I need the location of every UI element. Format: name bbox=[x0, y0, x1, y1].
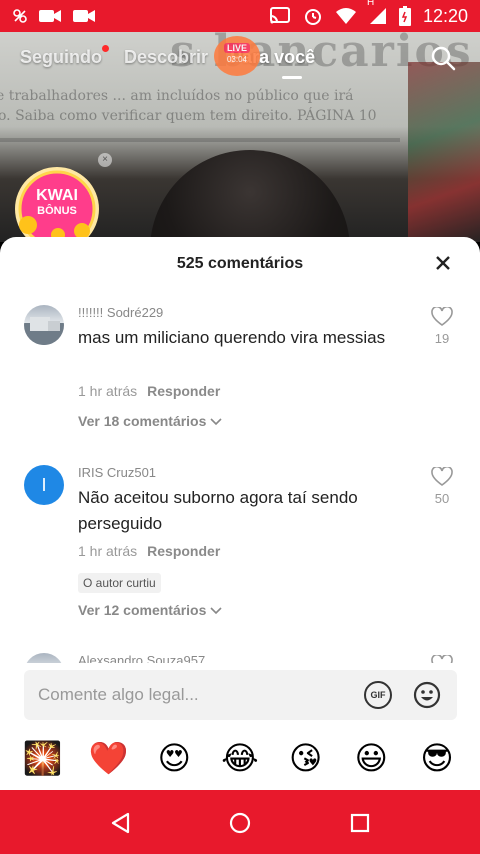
tab-label: Seguindo bbox=[20, 46, 102, 67]
reply-button[interactable]: Responder bbox=[147, 383, 220, 399]
active-tab-indicator bbox=[282, 76, 302, 79]
view-replies-button[interactable]: Ver 12 comentários bbox=[78, 602, 222, 618]
close-icon[interactable] bbox=[432, 252, 454, 274]
like-button[interactable] bbox=[426, 655, 458, 663]
notification-dot bbox=[102, 44, 109, 52]
system-nav-bar bbox=[0, 790, 480, 854]
comments-list[interactable]: !!!!!!! Sodré229 mas um miliciano queren… bbox=[0, 291, 480, 663]
comment-text: mas um miliciano querendo vira messias bbox=[78, 328, 386, 347]
emoji-heart[interactable]: ❤️ bbox=[89, 738, 129, 778]
home-icon[interactable] bbox=[227, 810, 253, 836]
comments-count-title: 525 comentários bbox=[176, 255, 304, 272]
quick-emoji-row: 🎇 ❤️ 😍 😂 😘 😃 😎 bbox=[0, 736, 480, 780]
view-replies-label: Ver 12 comentários bbox=[78, 602, 207, 618]
search-icon[interactable] bbox=[430, 45, 456, 71]
avatar[interactable]: I bbox=[24, 465, 64, 505]
comment-username[interactable]: !!!!!!! Sodré229 bbox=[78, 305, 163, 320]
comment-time: 1 hr atrás bbox=[78, 543, 138, 559]
comment-username[interactable]: IRIS Cruz501 bbox=[78, 465, 156, 480]
heart-icon bbox=[431, 467, 453, 486]
kwai-bonus-title: KWAI bbox=[36, 187, 78, 204]
status-bar: H 12:20 bbox=[0, 0, 480, 32]
comment-input-bar: GIF bbox=[24, 670, 457, 720]
comment-meta: 1 hr atrás Responder bbox=[78, 543, 220, 559]
reply-button[interactable]: Responder bbox=[147, 543, 220, 559]
comments-header: 525 comentários bbox=[0, 237, 480, 291]
network-type-label: H bbox=[366, 0, 375, 8]
video-icon bbox=[38, 8, 62, 24]
live-badge[interactable]: LIVE 03:04 bbox=[214, 36, 260, 76]
signal-icon: H bbox=[367, 0, 387, 25]
emoji-sparkles[interactable]: 🎇 bbox=[23, 738, 63, 778]
newspaper-text-line: e trabalhadores ... am incluídos no públ… bbox=[0, 88, 354, 104]
clock: 12:20 bbox=[422, 5, 468, 26]
tab-seguindo[interactable]: Seguindo bbox=[20, 44, 109, 68]
cast-icon bbox=[269, 7, 291, 25]
video-icon bbox=[72, 8, 96, 24]
recents-icon[interactable] bbox=[347, 810, 373, 836]
comment-input[interactable] bbox=[38, 685, 338, 705]
comment-time: 1 hr atrás bbox=[78, 383, 138, 399]
kwai-bonus-subtitle: BÔNUS bbox=[37, 205, 77, 217]
like-count: 50 bbox=[434, 491, 450, 506]
comment-username[interactable]: Alexsandro Souza957 bbox=[78, 653, 205, 663]
heart-icon bbox=[431, 307, 453, 326]
like-button[interactable]: 50 bbox=[426, 467, 458, 506]
comment-meta: 1 hr atrás Responder bbox=[78, 383, 220, 399]
emoji-picker-icon[interactable] bbox=[412, 680, 442, 710]
battery-icon bbox=[398, 6, 411, 26]
back-icon[interactable] bbox=[108, 810, 134, 836]
person-head bbox=[150, 150, 350, 242]
chevron-down-icon bbox=[210, 418, 222, 426]
wifi-icon bbox=[335, 7, 357, 25]
background-artwork bbox=[408, 62, 480, 242]
live-label: LIVE bbox=[223, 42, 250, 53]
like-count: 19 bbox=[434, 331, 450, 346]
author-liked-badge: O autor curtiu bbox=[78, 573, 161, 593]
avatar[interactable] bbox=[24, 653, 64, 663]
alarm-icon bbox=[303, 6, 323, 26]
tab-label: Descobrir bbox=[124, 46, 209, 67]
emoji-laughing[interactable]: 😂 bbox=[220, 738, 260, 778]
comment-text: Não aceitou suborno agora taí sendo pers… bbox=[78, 488, 358, 533]
live-time: 03:04 bbox=[226, 54, 248, 64]
view-replies-label: Ver 18 comentários bbox=[78, 413, 207, 429]
tab-descobrir[interactable]: Descobrir bbox=[124, 47, 208, 68]
chevron-down-icon bbox=[210, 607, 222, 615]
view-replies-button[interactable]: Ver 18 comentários bbox=[78, 413, 222, 429]
emoji-heart-eyes[interactable]: 😍 bbox=[154, 738, 194, 778]
emoji-kiss[interactable]: 😘 bbox=[286, 738, 326, 778]
like-button[interactable]: 19 bbox=[426, 307, 458, 346]
emoji-sunglasses[interactable]: 😎 bbox=[417, 738, 457, 778]
newspaper-rule bbox=[0, 138, 400, 142]
app-notification-icon bbox=[12, 8, 28, 24]
heart-icon bbox=[431, 655, 453, 663]
emoji-smile[interactable]: 😃 bbox=[351, 738, 391, 778]
gif-button[interactable]: GIF bbox=[364, 681, 392, 709]
avatar[interactable] bbox=[24, 305, 64, 345]
newspaper-text-line: o. Saiba como verificar quem tem direito… bbox=[0, 108, 377, 124]
